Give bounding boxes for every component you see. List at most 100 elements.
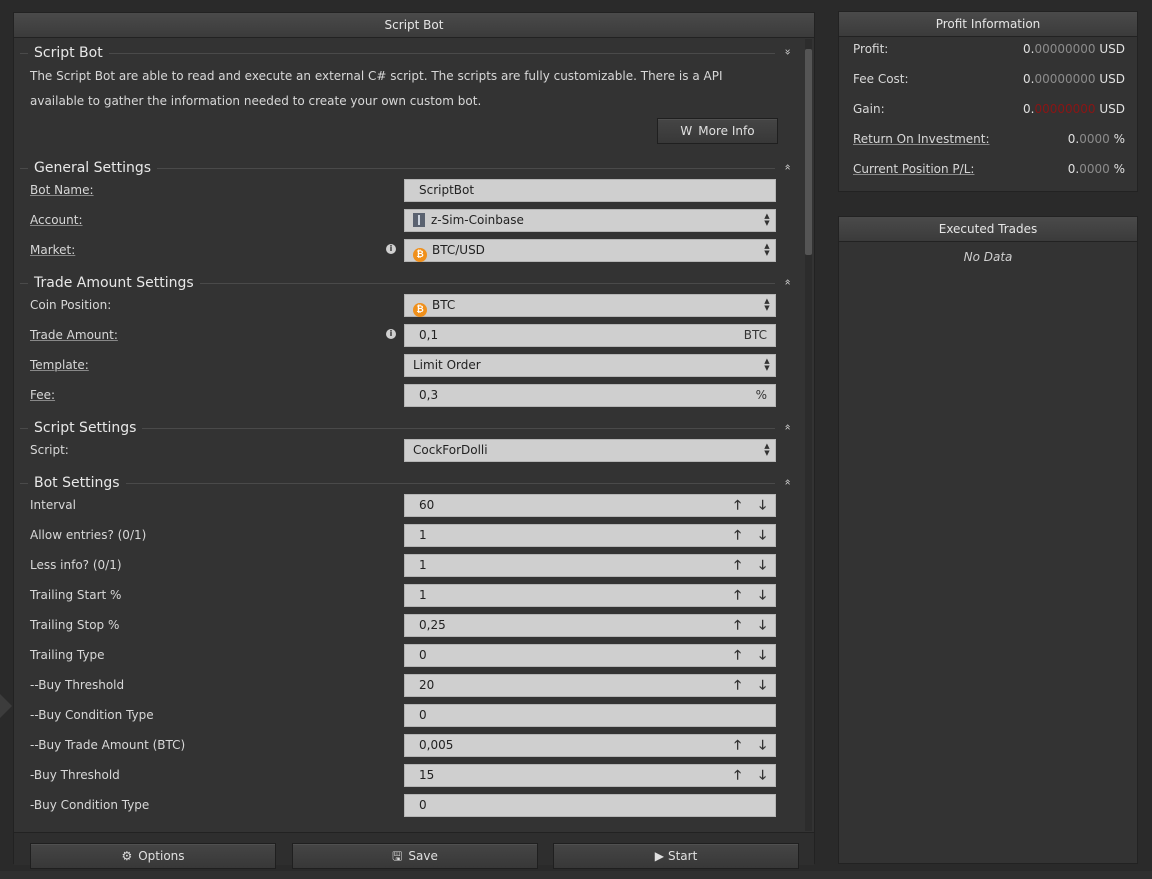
scrollbar[interactable] [805, 39, 812, 831]
template-select[interactable]: Limit Order ▲ ▼ [404, 354, 776, 377]
select-arrows-icon: ▲ ▼ [764, 442, 770, 457]
settings-scroll-area[interactable]: Script Bot » The Script Bot are able to … [14, 38, 805, 831]
panel-title: Executed Trades [839, 217, 1137, 242]
bot-setting-value: 0 [419, 708, 427, 722]
bot-setting-input[interactable]: 1 🡑 🡓 [404, 554, 776, 577]
options-button[interactable]: ⚙ Options [30, 843, 276, 869]
decrement-arrow-icon[interactable]: 🡓 [759, 555, 766, 576]
action-bar: ⚙ Options 🖫 Save ▶ Start [14, 832, 814, 869]
increment-arrow-icon[interactable]: 🡑 [734, 735, 741, 756]
bot-setting-label: -Buy Threshold [30, 768, 120, 782]
bot-setting-input[interactable]: 0,005 🡑 🡓 [404, 734, 776, 757]
profit-value: 0.00000000 USD [1023, 42, 1125, 56]
template-row: Template: Limit Order ▲ ▼ [30, 354, 790, 378]
script-select[interactable]: CockForDolli ▲ ▼ [404, 439, 776, 462]
bot-setting-row: Interval 60 🡑 🡓 [30, 494, 790, 518]
save-button[interactable]: 🖫 Save [292, 843, 538, 869]
decrement-arrow-icon[interactable]: 🡓 [759, 615, 766, 636]
decrement-arrow-icon[interactable]: 🡓 [759, 585, 766, 606]
bot-setting-input[interactable]: 20 🡑 🡓 [404, 674, 776, 697]
coin-position-value: BTC [432, 298, 456, 312]
more-info-label: More Info [698, 124, 755, 138]
increment-arrow-icon[interactable]: 🡑 [734, 645, 741, 666]
trade-amount-unit: BTC [743, 328, 767, 342]
section-title: Script Bot [28, 45, 109, 61]
collapse-toggle-icon[interactable]: « [781, 279, 795, 286]
bot-setting-row: Trailing Stop % 0,25 🡑 🡓 [30, 614, 790, 638]
bot-setting-input[interactable]: 0 [404, 704, 776, 727]
bot-setting-row: -Buy Threshold 15 🡑 🡓 [30, 764, 790, 788]
bot-setting-label: --Buy Condition Type [30, 708, 154, 722]
bot-setting-label: --Buy Threshold [30, 678, 125, 692]
bot-setting-input[interactable]: 0 [404, 794, 776, 817]
bot-name-input[interactable]: ScriptBot [404, 179, 776, 202]
more-info-button[interactable]: W More Info [657, 118, 778, 144]
account-select[interactable]: z-Sim-Coinbase ▲ ▼ [404, 209, 776, 232]
collapse-toggle-icon[interactable]: » [781, 49, 795, 56]
info-icon[interactable]: i [386, 244, 396, 254]
gain-label: Gain: [853, 102, 885, 116]
bot-setting-row: Trailing Type 0 🡑 🡓 [30, 644, 790, 668]
fee-value: 0,3 [419, 388, 439, 402]
collapse-toggle-icon[interactable]: « [781, 479, 795, 486]
increment-arrow-icon[interactable]: 🡑 [734, 555, 741, 576]
increment-arrow-icon[interactable]: 🡑 [734, 765, 741, 786]
increment-arrow-icon[interactable]: 🡑 [734, 495, 741, 516]
collapse-toggle-icon[interactable]: « [781, 424, 795, 431]
increment-arrow-icon[interactable]: 🡑 [734, 585, 741, 606]
collapse-toggle-icon[interactable]: « [781, 164, 795, 171]
position-pl-row: Current Position P/L: 0.0000 % [853, 162, 1125, 182]
bot-setting-input[interactable]: 1 🡑 🡓 [404, 524, 776, 547]
bot-setting-input[interactable]: 0,25 🡑 🡓 [404, 614, 776, 637]
decrement-arrow-icon[interactable]: 🡓 [759, 495, 766, 516]
select-arrows-icon: ▲ ▼ [764, 212, 770, 227]
fee-unit: % [755, 388, 767, 402]
bot-name-label: Bot Name: [30, 183, 94, 197]
panel-title: Profit Information [839, 12, 1137, 37]
bot-setting-row: -Buy Condition Type 0 [30, 794, 790, 818]
decrement-arrow-icon[interactable]: 🡓 [759, 735, 766, 756]
increment-arrow-icon[interactable]: 🡑 [734, 615, 741, 636]
increment-arrow-icon[interactable]: 🡑 [734, 525, 741, 546]
decrement-arrow-icon[interactable]: 🡓 [759, 765, 766, 786]
coin-position-select[interactable]: ₿ BTC ▲ ▼ [404, 294, 776, 317]
start-label: Start [667, 849, 698, 863]
script-label: Script: [30, 443, 69, 457]
bot-setting-input[interactable]: 0 🡑 🡓 [404, 644, 776, 667]
bot-name-value: ScriptBot [419, 183, 475, 197]
section-divider [20, 483, 775, 484]
fee-cost-label: Fee Cost: [853, 72, 909, 86]
bot-setting-input[interactable]: 1 🡑 🡓 [404, 584, 776, 607]
decrement-arrow-icon[interactable]: 🡓 [759, 525, 766, 546]
bot-setting-row: Trailing Start % 1 🡑 🡓 [30, 584, 790, 608]
account-label: Account: [30, 213, 83, 227]
script-bot-panel: Script Bot Script Bot » The Script Bot a… [13, 12, 815, 869]
scrollbar-thumb[interactable] [805, 49, 812, 255]
section-bot-settings: Bot Settings « [20, 475, 795, 495]
market-row: Market: i ₿ BTC/USD ▲ ▼ [30, 239, 790, 263]
fee-input[interactable]: 0,3 % [404, 384, 776, 407]
info-icon[interactable]: i [386, 329, 396, 339]
section-script-settings: Script Settings « [20, 420, 795, 440]
decrement-arrow-icon[interactable]: 🡓 [759, 675, 766, 696]
save-label: Save [408, 849, 438, 863]
bot-setting-row: --Buy Trade Amount (BTC) 0,005 🡑 🡓 [30, 734, 790, 758]
script-value: CockForDolli [413, 443, 488, 457]
account-value: z-Sim-Coinbase [431, 213, 524, 227]
side-expand-handle[interactable] [0, 694, 12, 718]
play-icon: ▶ [654, 849, 664, 863]
bot-setting-label: --Buy Trade Amount (BTC) [30, 738, 186, 752]
increment-arrow-icon[interactable]: 🡑 [734, 675, 741, 696]
bot-setting-row: --Buy Threshold 20 🡑 🡓 [30, 674, 790, 698]
market-select[interactable]: ₿ BTC/USD ▲ ▼ [404, 239, 776, 262]
bot-setting-input[interactable]: 15 🡑 🡓 [404, 764, 776, 787]
bot-setting-input[interactable]: 60 🡑 🡓 [404, 494, 776, 517]
profit-information-panel: Profit Information Profit: 0.00000000 US… [838, 11, 1138, 192]
start-button[interactable]: ▶ Start [553, 843, 799, 869]
trade-amount-input[interactable]: 0,1 BTC [404, 324, 776, 347]
select-arrows-icon: ▲ ▼ [764, 242, 770, 257]
select-arrows-icon: ▲ ▼ [764, 297, 770, 312]
empty-state-text: No Data [963, 250, 1013, 264]
bot-setting-value: 60 [419, 498, 435, 512]
decrement-arrow-icon[interactable]: 🡓 [759, 645, 766, 666]
